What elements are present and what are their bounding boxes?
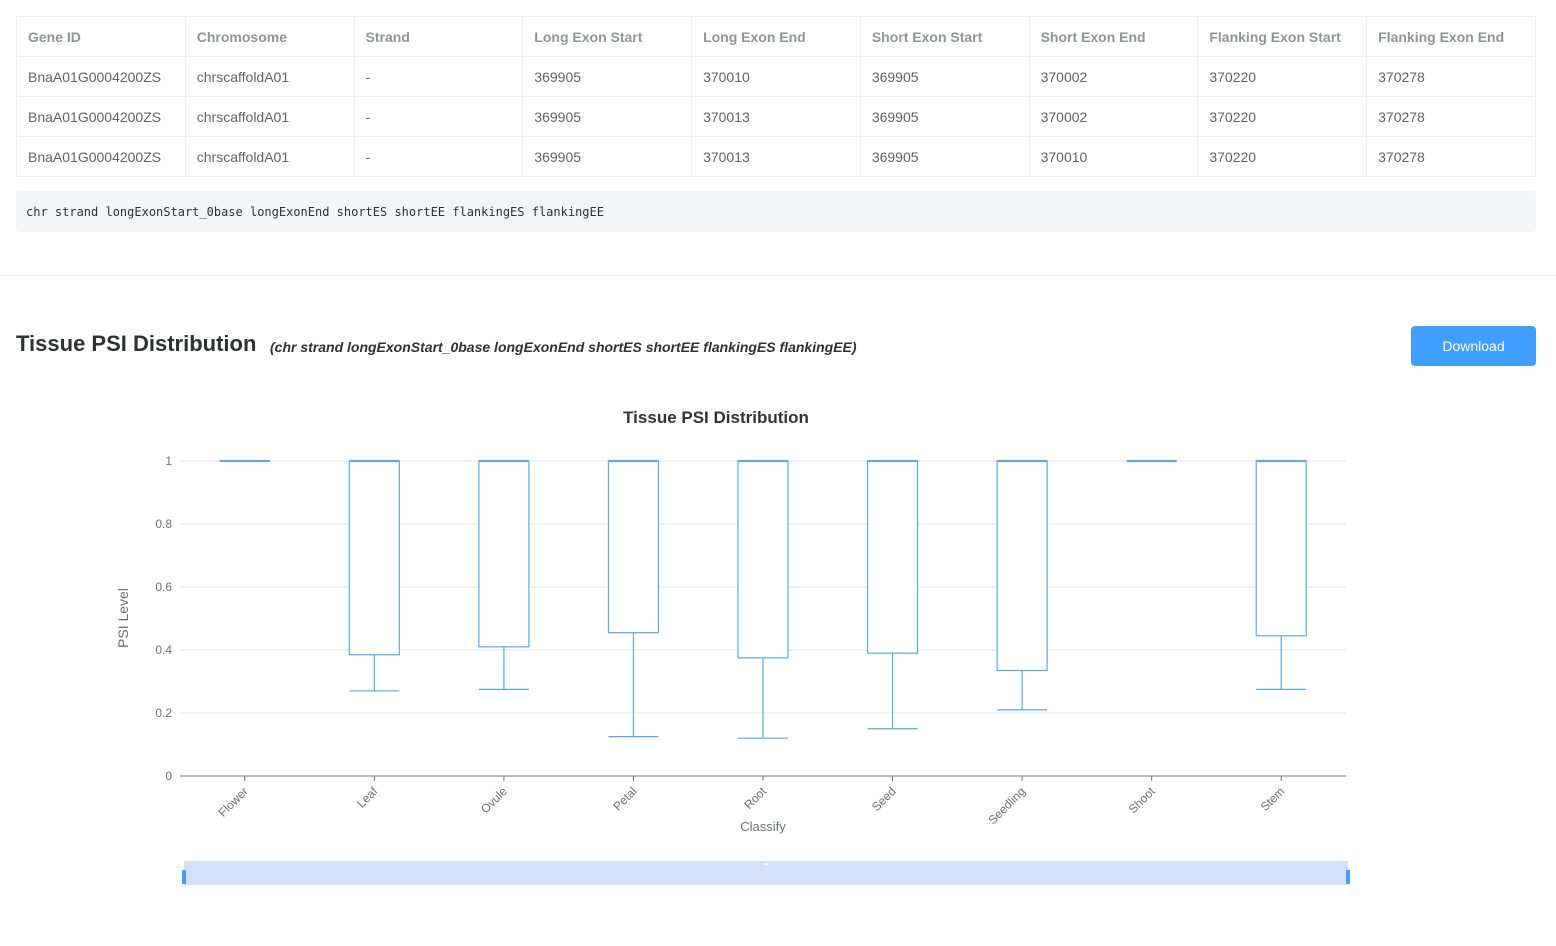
box-petal[interactable] bbox=[607, 460, 660, 738]
table-header-row: Gene ID Chromosome Strand Long Exon Star… bbox=[16, 16, 1536, 57]
column-header: Strand bbox=[353, 16, 524, 57]
table-cell: 369905 bbox=[522, 136, 693, 177]
y-axis-title: PSI Level bbox=[115, 588, 131, 648]
events-table: Gene ID Chromosome Strand Long Exon Star… bbox=[16, 16, 1536, 177]
box-iqr bbox=[866, 460, 919, 654]
table-cell: 370278 bbox=[1366, 96, 1536, 137]
table-cell: 370010 bbox=[1028, 136, 1199, 177]
x-tick-label: Seed bbox=[869, 784, 899, 814]
table-cell: - bbox=[353, 56, 524, 97]
table-cell: - bbox=[353, 96, 524, 137]
table-cell: 370013 bbox=[691, 136, 861, 177]
box-iqr bbox=[607, 460, 660, 634]
column-header: Short Exon End bbox=[1028, 16, 1199, 57]
column-header: Long Exon End bbox=[691, 16, 861, 57]
table-cell: BnaA01G0004200ZS bbox=[16, 136, 186, 177]
column-header: Gene ID bbox=[16, 16, 186, 57]
chart-title: Tissue PSI Distribution bbox=[623, 408, 809, 427]
x-tick-label: Ovule bbox=[478, 784, 510, 816]
table-cell: 370002 bbox=[1028, 96, 1199, 137]
table-cell: BnaA01G0004200ZS bbox=[16, 96, 186, 137]
table-cell: 370278 bbox=[1366, 56, 1536, 97]
column-header: Flanking Exon Start bbox=[1197, 16, 1368, 57]
y-tick-label: 0.4 bbox=[155, 643, 172, 657]
y-tick-label: 0 bbox=[165, 769, 172, 783]
y-tick-label: 1 bbox=[165, 454, 172, 468]
x-tick-label: Leaf bbox=[354, 784, 381, 811]
x-tick-label: Stem bbox=[1258, 784, 1288, 814]
column-header: Long Exon Start bbox=[522, 16, 693, 57]
column-header: Flanking Exon End bbox=[1366, 16, 1536, 57]
box-ovule[interactable] bbox=[478, 460, 530, 690]
column-header: Short Exon Start bbox=[859, 16, 1030, 57]
box-seedling[interactable] bbox=[996, 460, 1048, 711]
box-iqr bbox=[478, 460, 530, 648]
psi-boxplot-chart: Tissue PSI Distribution 0 0.2 0.4 0.6 0.8 1 F… bbox=[115, 408, 1350, 885]
box-leaf[interactable] bbox=[348, 460, 400, 692]
section-divider bbox=[0, 275, 1556, 276]
table-cell: 369905 bbox=[522, 96, 693, 137]
table-cell: 370013 bbox=[691, 96, 861, 137]
table-cell: chrscaffoldA01 bbox=[184, 56, 355, 97]
box-iqr bbox=[737, 460, 789, 659]
table-cell: 370220 bbox=[1197, 56, 1368, 97]
x-axis-title: Classify bbox=[740, 819, 786, 834]
box-root[interactable] bbox=[737, 460, 789, 739]
table-cell: 369905 bbox=[859, 136, 1030, 177]
table-cell: chrscaffoldA01 bbox=[184, 136, 355, 177]
box-stem[interactable] bbox=[1255, 460, 1307, 690]
x-tick-label: Petal bbox=[610, 784, 639, 813]
table-cell: 370278 bbox=[1366, 136, 1536, 177]
column-header: Chromosome bbox=[184, 16, 355, 57]
table-cell: chrscaffoldA01 bbox=[184, 96, 355, 137]
table-row: BnaA01G0004200ZS chrscaffoldA01 - 369905… bbox=[16, 136, 1536, 177]
zoom-slider[interactable]: •• bbox=[182, 860, 1350, 885]
box-iqr bbox=[1255, 460, 1307, 637]
section-title: Tissue PSI Distribution bbox=[16, 331, 257, 356]
zoom-slider-left-handle[interactable] bbox=[182, 870, 186, 884]
section-subtitle: (chr strand longExonStart_0base longExon… bbox=[270, 339, 857, 355]
box-iqr bbox=[348, 460, 400, 656]
x-tick-label: Flower bbox=[216, 784, 251, 819]
download-button[interactable]: Download bbox=[1411, 326, 1536, 366]
table-cell: - bbox=[353, 136, 524, 177]
x-tick-label: Root bbox=[741, 784, 769, 812]
y-tick-label: 0.8 bbox=[155, 517, 172, 531]
table-row: BnaA01G0004200ZS chrscaffoldA01 - 369905… bbox=[16, 56, 1536, 97]
table-cell: 370002 bbox=[1028, 56, 1199, 97]
chart-boxes bbox=[219, 460, 1307, 739]
x-tick-label: Shoot bbox=[1126, 784, 1159, 817]
x-tick-label: Seedling bbox=[985, 784, 1028, 827]
format-code-text: chr strand longExonStart_0base longExonE… bbox=[26, 204, 604, 219]
format-code-box: chr strand longExonStart_0base longExonE… bbox=[16, 191, 1536, 232]
table-cell: 369905 bbox=[522, 56, 693, 97]
table-cell: BnaA01G0004200ZS bbox=[16, 56, 186, 97]
table-cell: 369905 bbox=[859, 56, 1030, 97]
zoom-slider-right-handle[interactable] bbox=[1346, 870, 1350, 884]
table-cell: 370220 bbox=[1197, 96, 1368, 137]
zoom-slider-grip-icon: •• bbox=[763, 860, 769, 869]
table-cell: 370220 bbox=[1197, 136, 1368, 177]
table-cell: 369905 bbox=[859, 96, 1030, 137]
table-row: BnaA01G0004200ZS chrscaffoldA01 - 369905… bbox=[16, 96, 1536, 137]
table-cell: 370010 bbox=[691, 56, 861, 97]
box-iqr bbox=[996, 460, 1048, 672]
box-seed[interactable] bbox=[866, 460, 919, 730]
y-tick-label: 0.6 bbox=[155, 580, 172, 594]
y-tick-label: 0.2 bbox=[155, 706, 172, 720]
